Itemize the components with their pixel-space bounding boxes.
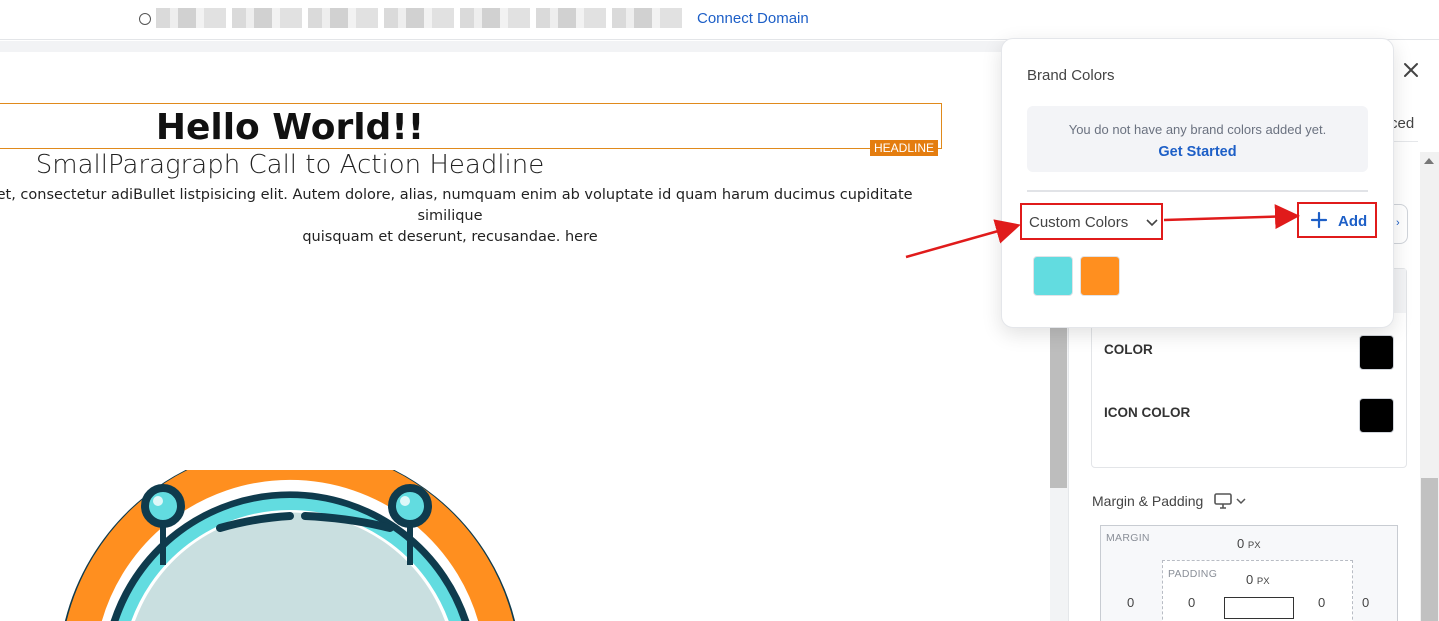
- canvas-scrollbar-thumb[interactable]: [1050, 320, 1067, 488]
- add-custom-color-button[interactable]: Add: [1297, 202, 1377, 238]
- padding-top-value[interactable]: 0 PX: [1246, 572, 1270, 587]
- content-size-input[interactable]: [1224, 597, 1294, 619]
- icon-color-swatch[interactable]: [1359, 398, 1394, 433]
- get-started-link[interactable]: Get Started: [1027, 144, 1368, 160]
- custom-colors-dropdown[interactable]: Custom Colors: [1020, 203, 1163, 240]
- headline-element-tag: HEADLINE: [870, 140, 939, 156]
- icon-color-label: ICON COLOR: [1104, 405, 1191, 420]
- color-swatch[interactable]: [1359, 335, 1394, 370]
- subheadline-text[interactable]: SmallParagraph Call to Action Headline: [0, 150, 580, 180]
- chevron-right-icon: ›: [1396, 217, 1400, 229]
- custom-color-swatch-orange[interactable]: [1080, 256, 1120, 296]
- scroll-up-arrow-icon[interactable]: [1424, 158, 1434, 164]
- paragraph-text[interactable]: net, consectetur adiBullet listpisicing …: [0, 185, 920, 248]
- side-toggle-button[interactable]: ›: [1394, 204, 1408, 244]
- robot-illustration: [64, 470, 516, 621]
- brand-colors-empty-text: You do not have any brand colors added y…: [1068, 122, 1327, 137]
- url-radio[interactable]: [139, 13, 151, 25]
- padding-right-value[interactable]: 0: [1318, 595, 1325, 610]
- close-icon[interactable]: [1401, 60, 1421, 80]
- margin-right-value[interactable]: 0: [1362, 595, 1369, 610]
- chevron-down-icon: [1146, 219, 1158, 227]
- panel-scrollbar-thumb[interactable]: [1421, 478, 1438, 621]
- page-root: { "topbar": { "connect_domain": "Connect…: [0, 0, 1439, 621]
- plus-icon: [1310, 211, 1328, 229]
- add-label: Add: [1338, 213, 1368, 230]
- page-canvas[interactable]: Hello World!! HEADLINE SmallParagraph Ca…: [0, 52, 1048, 621]
- headline-text[interactable]: Hello World!!: [0, 107, 580, 148]
- brand-colors-notice: [1027, 106, 1368, 172]
- margin-label: MARGIN: [1106, 532, 1150, 544]
- chevron-down-icon[interactable]: [1236, 496, 1246, 506]
- padding-left-value[interactable]: 0: [1188, 595, 1195, 610]
- popover-divider: [1027, 190, 1368, 192]
- margin-padding-title: Margin & Padding: [1092, 493, 1204, 509]
- custom-colors-label: Custom Colors: [1029, 214, 1129, 231]
- padding-label: PADDING: [1168, 568, 1218, 580]
- custom-color-swatch-cyan[interactable]: [1033, 256, 1073, 296]
- brand-colors-title: Brand Colors: [1027, 67, 1115, 84]
- color-label: COLOR: [1104, 342, 1153, 357]
- desktop-monitor-icon[interactable]: [1214, 493, 1232, 509]
- connect-domain-link[interactable]: Connect Domain: [697, 10, 809, 27]
- margin-left-value[interactable]: 0: [1127, 595, 1134, 610]
- margin-top-value[interactable]: 0 PX: [1237, 536, 1261, 551]
- blurred-url: [156, 8, 686, 28]
- top-bar: Connect Domain: [0, 0, 1439, 40]
